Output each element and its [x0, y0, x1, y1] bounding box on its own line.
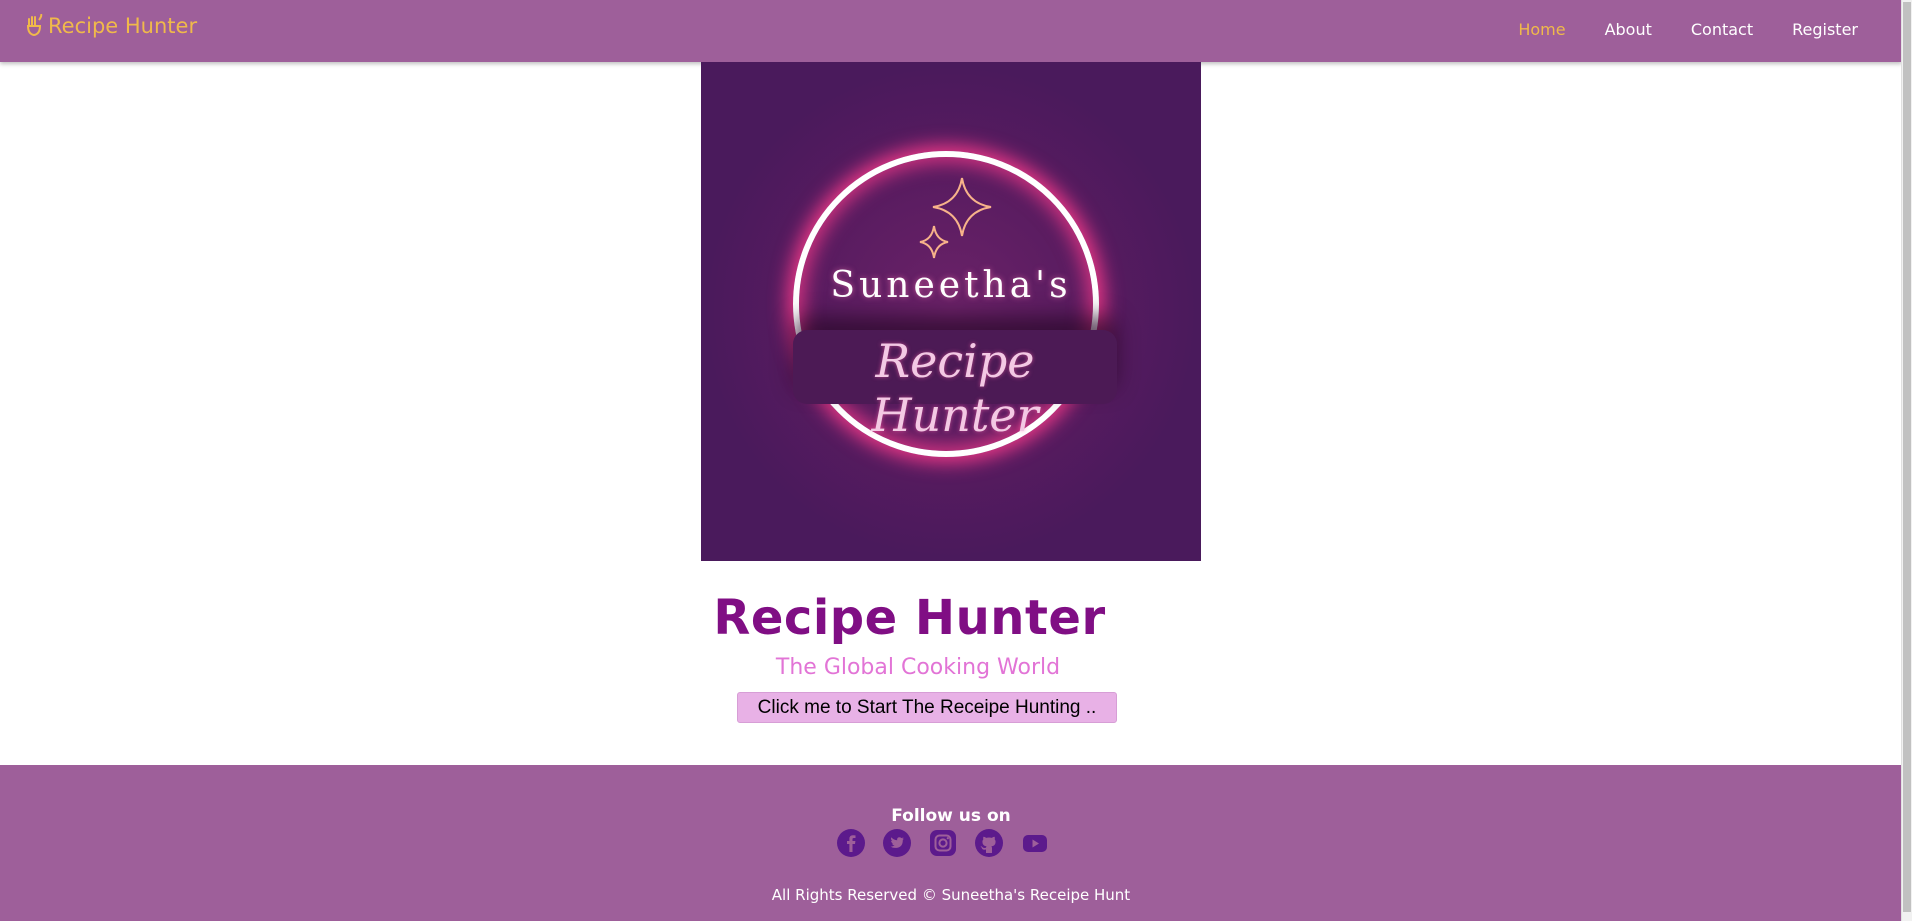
facebook-icon[interactable]: [836, 828, 866, 858]
navbar: Recipe Hunter Home About Contact Registe…: [0, 0, 1902, 62]
page-scrollbar[interactable]: [1901, 0, 1912, 921]
hero-subtitle: The Global Cooking World: [775, 655, 1061, 680]
sparkle-small-icon: [919, 225, 949, 259]
copyright-text: All Rights Reserved © Suneetha's Receipe…: [771, 886, 1131, 904]
twitter-icon[interactable]: [882, 828, 912, 858]
nav-register[interactable]: Register: [1792, 20, 1858, 39]
github-icon[interactable]: [974, 828, 1004, 858]
footer: Follow us on All Rights Reserved © Sunee…: [0, 765, 1902, 921]
logo-script-text: Recipe Hunter: [871, 334, 1039, 442]
start-hunting-button[interactable]: Click me to Start The Receipe Hunting ..: [737, 692, 1117, 723]
logo-top-text: Suneetha's: [830, 265, 1072, 306]
brand-label: Recipe Hunter: [48, 14, 198, 38]
social-links: [836, 828, 1050, 858]
instagram-icon[interactable]: [928, 828, 958, 858]
nav-contact[interactable]: Contact: [1691, 20, 1753, 39]
hero-title: Recipe Hunter: [713, 590, 1106, 646]
brand-link[interactable]: Recipe Hunter: [24, 14, 197, 38]
nav-links: Home About Contact Register: [1518, 20, 1858, 39]
logo-image: Suneetha's Recipe Hunter: [701, 62, 1201, 561]
youtube-icon[interactable]: [1020, 828, 1050, 858]
follow-label: Follow us on: [891, 806, 1011, 826]
scrollbar-thumb[interactable]: [1903, 2, 1911, 912]
chef-hand-icon: [26, 14, 43, 37]
nav-home[interactable]: Home: [1518, 20, 1565, 39]
nav-about[interactable]: About: [1605, 20, 1652, 39]
